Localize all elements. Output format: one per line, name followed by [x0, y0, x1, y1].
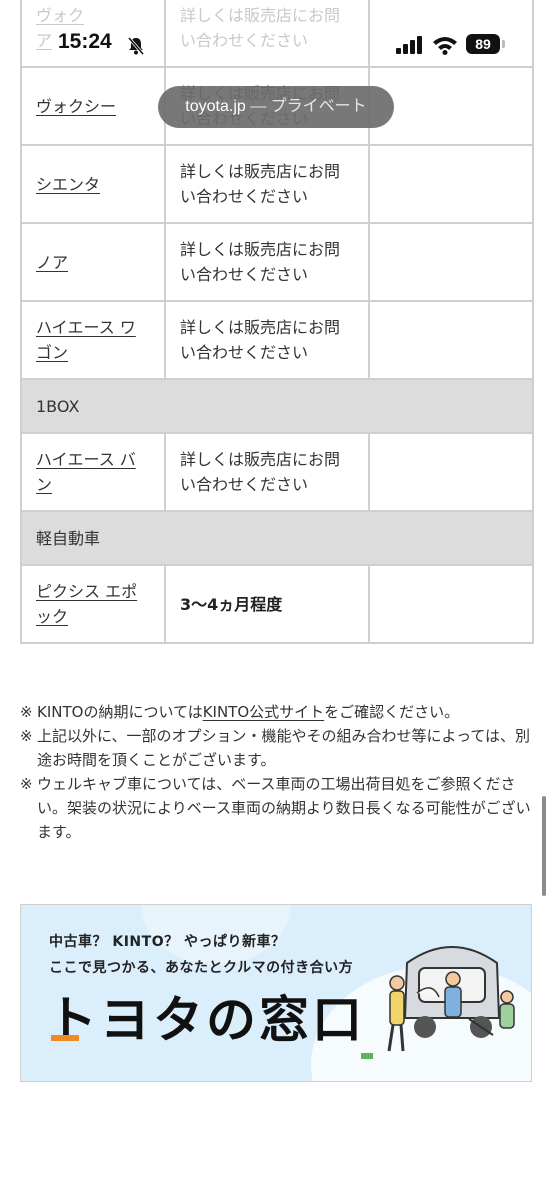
- empty-cell: [368, 222, 534, 302]
- empty-cell: [368, 144, 534, 224]
- banner-logo-text: トヨタの窓口: [47, 991, 365, 1049]
- note-options-text: 上記以外に、一部のオプション・機能やその組み合わせ等によっては、別途お時間を頂く…: [37, 727, 531, 769]
- banner-tagline-1: 中古車？ KINTO？ やっぱり新車？: [49, 934, 286, 950]
- model-link[interactable]: ハイエース ワゴン: [36, 318, 136, 362]
- empty-cell: [368, 564, 534, 644]
- model-link[interactable]: シエンタ: [36, 175, 100, 194]
- url-private-label: — プライベート: [245, 98, 367, 115]
- status-time: 15:24: [58, 30, 112, 53]
- delivery-text: 詳しくは販売店にお問い合わせください: [180, 240, 341, 284]
- delivery-text: 詳しくは販売店にお問い合わせください: [180, 318, 341, 362]
- table-row: ハイエース ワゴン 詳しくは販売店にお問い合わせください: [20, 300, 534, 380]
- model-link[interactable]: ハイエース バン: [36, 450, 136, 494]
- note-options: ※ 上記以外に、一部のオプション・機能やその組み合わせ等によっては、別途お時間を…: [20, 724, 532, 772]
- model-cell: ハイエース バン: [20, 432, 166, 512]
- model-link[interactable]: ノア: [36, 253, 68, 272]
- delivery-text: 3〜4ヵ月程度: [180, 594, 283, 614]
- category-label: 軽自動車: [20, 510, 534, 566]
- category-row: 1BOX: [20, 378, 534, 434]
- note-kinto-suffix: をご確認ください。: [324, 703, 460, 721]
- family-car-illustration: [387, 946, 515, 1052]
- wifi-icon: [433, 37, 457, 55]
- model-link[interactable]: ピクシス エポック: [36, 582, 137, 626]
- bell-muted-icon: [127, 37, 145, 55]
- model-cell: ハイエース ワゴン: [20, 300, 166, 380]
- note-kinto: ※ KINTOの納期についてはKINTO公式サイトをご確認ください。: [20, 703, 460, 721]
- banner-tagline-2: ここで見つかる、あなたとクルマの付き合い方: [49, 960, 354, 976]
- note-kinto-text: KINTOの納期については: [37, 703, 203, 721]
- delivery-cell: 3〜4ヵ月程度: [164, 564, 370, 644]
- delivery-cell: 詳しくは販売店にお問い合わせください: [164, 300, 370, 380]
- table-row: ハイエース バン 詳しくは販売店にお問い合わせください: [20, 432, 534, 512]
- delivery-cell: 詳しくは販売店にお問い合わせください: [164, 222, 370, 302]
- delivery-text: 詳しくは販売店にお問い合わせください: [180, 162, 341, 206]
- empty-cell: [368, 432, 534, 512]
- note-welcab-text: ウェルキャブ車については、ベース車両の工場出荷目処をご参照ください。架装の状況に…: [37, 775, 531, 841]
- battery-nub-icon: [502, 40, 505, 48]
- model-cell: シエンタ: [20, 144, 166, 224]
- battery-level: 89: [466, 34, 500, 54]
- url-pill[interactable]: toyota.jp — プライベート: [158, 86, 394, 128]
- model-cell: ノア: [20, 222, 166, 302]
- empty-cell: [368, 300, 534, 380]
- category-label: 1BOX: [20, 378, 534, 434]
- delivery-text: 詳しくは販売店にお問い合わせください: [180, 450, 341, 494]
- logo-accent-green: [361, 1053, 373, 1059]
- delivery-cell: 詳しくは販売店にお問い合わせください: [164, 432, 370, 512]
- model-link[interactable]: ヴォクシー: [36, 97, 116, 116]
- toyota-madoguchi-banner[interactable]: 中古車？ KINTO？ やっぱり新車？ ここで見つかる、あなたとクルマの付き合い…: [20, 904, 532, 1082]
- url-domain: toyota.jp: [185, 98, 246, 115]
- table-row: ノア 詳しくは販売店にお問い合わせください: [20, 222, 534, 302]
- delivery-cell: 詳しくは販売店にお問い合わせください: [164, 144, 370, 224]
- table-row: シエンタ 詳しくは販売店にお問い合わせください: [20, 144, 534, 224]
- scroll-indicator[interactable]: [542, 796, 546, 896]
- note-welcab: ※ ウェルキャブ車については、ベース車両の工場出荷目処をご参照ください。架装の状…: [20, 772, 532, 844]
- status-bar: 15:24 89: [0, 0, 552, 92]
- table-row: ピクシス エポック 3〜4ヵ月程度: [20, 564, 534, 644]
- logo-accent-orange: [51, 1035, 79, 1041]
- category-row: 軽自動車: [20, 510, 534, 566]
- notes-section: ※ KINTOの納期についてはKINTO公式サイトをご確認ください。 ※ 上記以…: [20, 700, 532, 844]
- kinto-official-site-link[interactable]: KINTO公式サイト: [203, 703, 324, 721]
- model-cell: ピクシス エポック: [20, 564, 166, 644]
- cellular-signal-icon: [396, 36, 422, 54]
